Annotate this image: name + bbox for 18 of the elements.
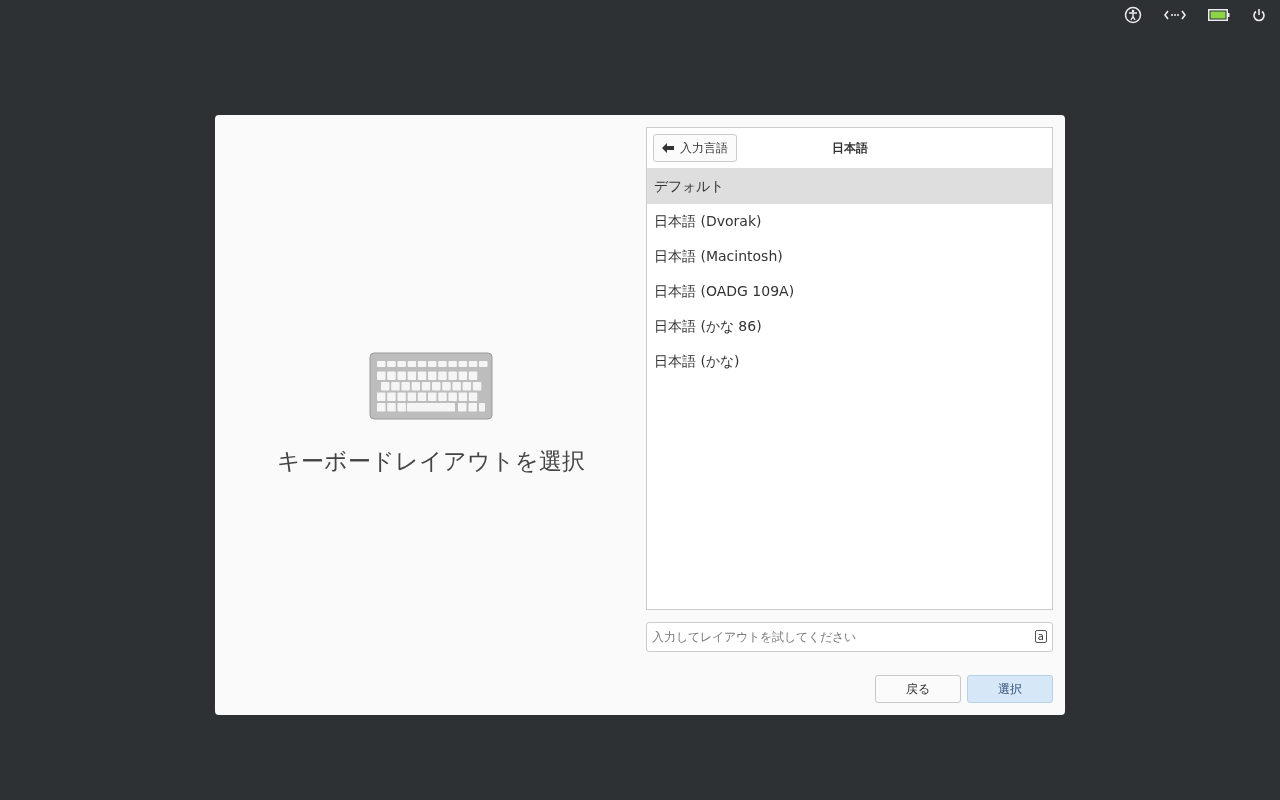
layout-indicator: a	[1034, 630, 1047, 643]
arrow-left-icon	[662, 143, 674, 153]
layout-item[interactable]: 日本語 (かな)	[647, 344, 1052, 379]
list-title: 日本語	[831, 139, 868, 157]
dialog-heading: キーボードレイアウトを選択	[276, 447, 585, 476]
layout-item[interactable]: 日本語 (OADG 109A)	[647, 274, 1052, 309]
layout-item[interactable]: デフォルト	[647, 169, 1052, 204]
layout-item[interactable]: 日本語 (かな 86)	[647, 309, 1052, 344]
layout-item[interactable]: 日本語 (Dvorak)	[647, 204, 1052, 239]
accessibility-icon[interactable]	[1124, 6, 1142, 24]
network-icon[interactable]	[1164, 9, 1186, 21]
keyboard-icon	[368, 352, 493, 420]
battery-icon[interactable]	[1208, 9, 1230, 21]
power-icon[interactable]	[1252, 8, 1266, 22]
back-button[interactable]: 入力言語	[653, 134, 737, 162]
back-button[interactable]: 戻る	[875, 675, 961, 703]
select-button[interactable]: 選択	[967, 675, 1053, 703]
layout-item[interactable]: 日本語 (Macintosh)	[647, 239, 1052, 274]
